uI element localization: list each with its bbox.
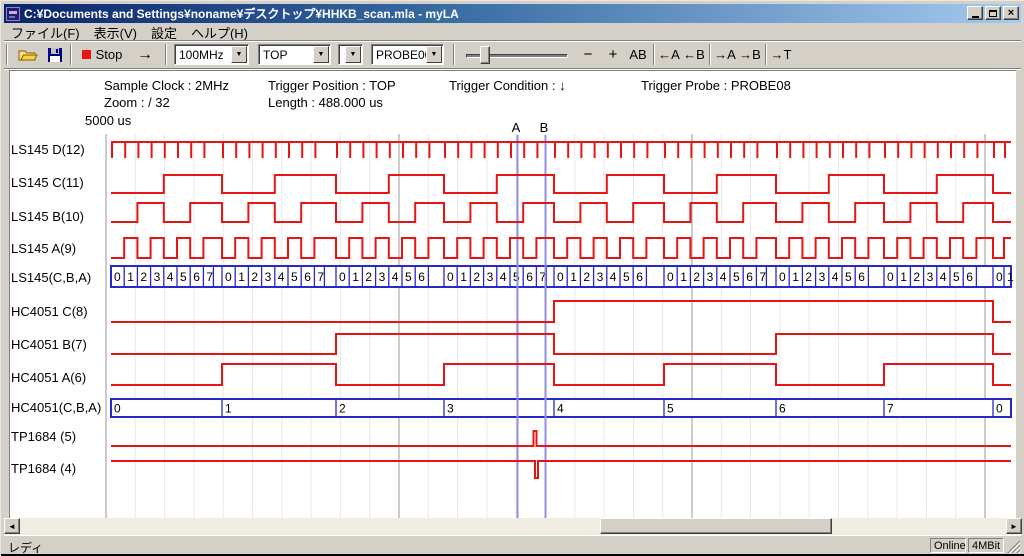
ab-label: AB <box>629 47 646 62</box>
sample-rate-select[interactable]: 100MHz ▼ <box>174 44 249 65</box>
probe-value: PROBE00 <box>372 48 426 62</box>
zoom-out-button[interactable]: − <box>577 43 599 66</box>
toolbar-separator-4 <box>653 44 655 65</box>
zoom-slider-thumb[interactable] <box>480 46 490 64</box>
toolbar-separator-6 <box>765 44 767 65</box>
zoom-out-icon: − <box>584 46 593 63</box>
trigger-position-dropdown-icon[interactable]: ▼ <box>313 46 329 63</box>
trigger-edge-select[interactable]: ↑ ▼ <box>338 44 363 65</box>
minimize-button[interactable] <box>967 6 983 20</box>
stop-label: Stop <box>96 47 123 62</box>
run-arrow-icon: → <box>137 46 153 64</box>
save-floppy-icon <box>47 47 63 63</box>
set-b-label: →B <box>739 47 761 62</box>
toolbar-separator-3 <box>453 44 455 65</box>
waveform-client-area <box>9 70 1016 518</box>
channel-label: LS145 A(9) <box>11 241 76 256</box>
maximize-button[interactable] <box>985 6 1001 20</box>
stop-icon <box>82 50 91 59</box>
toolbar-separator-1 <box>70 44 72 65</box>
channel-label: LS145 B(10) <box>11 209 84 224</box>
set-cursor-a-button[interactable]: →A <box>713 43 737 66</box>
run-button[interactable]: → <box>131 43 159 66</box>
channel-label: TP1684 (4) <box>11 461 76 476</box>
trigger-position-info: Trigger Position : TOP <box>268 78 396 93</box>
title-bar: C:¥Documents and Settings¥noname¥デスクトップ¥… <box>4 4 1021 23</box>
save-button[interactable] <box>42 43 68 66</box>
window-title: C:¥Documents and Settings¥noname¥デスクトップ¥… <box>24 5 459 22</box>
sample-rate-value: 100MHz <box>175 48 231 62</box>
toolbar-separator-2 <box>165 44 167 65</box>
zoom-in-button[interactable]: + <box>602 43 624 66</box>
app-window: C:¥Documents and Settings¥noname¥デスクトップ¥… <box>0 0 1024 556</box>
toolbar-separator-5 <box>709 44 711 65</box>
open-folder-icon <box>18 47 38 63</box>
channel-label: TP1684 (5) <box>11 429 76 444</box>
scroll-left-icon: ◄ <box>8 522 16 531</box>
goto-cursor-a-button[interactable]: ←A <box>657 43 681 66</box>
status-memory-badge: 4MBit <box>968 538 1004 553</box>
probe-select[interactable]: PROBE00 ▼ <box>371 44 444 65</box>
close-button[interactable]: × <box>1003 6 1019 20</box>
toolbar-grip <box>6 44 8 65</box>
scroll-right-button[interactable]: ► <box>1006 518 1022 534</box>
maximize-icon <box>989 10 997 17</box>
channel-label: HC4051 C(8) <box>11 304 88 319</box>
zoom-info: Zoom : / 32 <box>104 95 170 110</box>
channel-label: HC4051 B(7) <box>11 337 87 352</box>
length-info: Length : 488.000 us <box>268 95 383 110</box>
scrollbar-thumb[interactable] <box>600 518 832 534</box>
trigger-probe-info: Trigger Probe : PROBE08 <box>641 78 791 93</box>
sample-clock-info: Sample Clock : 2MHz <box>104 78 229 93</box>
goto-b-label: ←B <box>683 47 705 62</box>
set-cursor-b-button[interactable]: →B <box>738 43 762 66</box>
goto-trigger-button[interactable]: →T <box>769 43 793 66</box>
channel-label: HC4051 A(6) <box>11 370 86 385</box>
app-icon <box>6 7 20 21</box>
trigger-position-select[interactable]: TOP ▼ <box>258 44 331 65</box>
set-a-label: →A <box>714 47 736 62</box>
timescale-label: 5000 us <box>85 113 131 128</box>
channel-label: LS145 D(12) <box>11 142 85 157</box>
ab-range-button[interactable]: AB <box>626 43 650 66</box>
goto-a-label: ←A <box>658 47 680 62</box>
scroll-left-button[interactable]: ◄ <box>4 518 20 534</box>
toolbar: Stop → 100MHz ▼ TOP ▼ ↑ ▼ PROBE00 ▼ − + … <box>1 42 1024 68</box>
goto-cursor-b-button[interactable]: ←B <box>682 43 706 66</box>
trigger-condition-info: Trigger Condition : ↓ <box>449 78 566 93</box>
probe-dropdown-icon[interactable]: ▼ <box>426 46 442 63</box>
trigger-position-value: TOP <box>259 48 313 62</box>
status-online-badge: Online <box>930 538 966 553</box>
sample-rate-dropdown-icon[interactable]: ▼ <box>231 46 247 63</box>
channel-label: LS145(C,B,A) <box>11 270 91 285</box>
zoom-in-icon: + <box>609 46 618 63</box>
resize-grip[interactable] <box>1007 540 1020 553</box>
status-bar: レディ Online 4MBit <box>4 535 1021 554</box>
trigger-edge-dropdown-icon[interactable]: ▼ <box>345 46 361 63</box>
open-button[interactable] <box>15 43 41 66</box>
channel-label: HC4051(C,B,A) <box>11 400 101 415</box>
horizontal-scrollbar: ◄ ► <box>4 518 1022 535</box>
close-icon: × <box>1008 8 1014 19</box>
menu-bar: ファイル(F) 表示(V) 設定 ヘルプ(H) <box>4 24 1021 41</box>
goto-trigger-label: →T <box>771 47 792 62</box>
scroll-right-icon: ► <box>1010 522 1018 531</box>
channel-label: LS145 C(11) <box>11 175 84 190</box>
stop-button[interactable]: Stop <box>78 43 126 66</box>
minimize-icon <box>972 16 979 18</box>
